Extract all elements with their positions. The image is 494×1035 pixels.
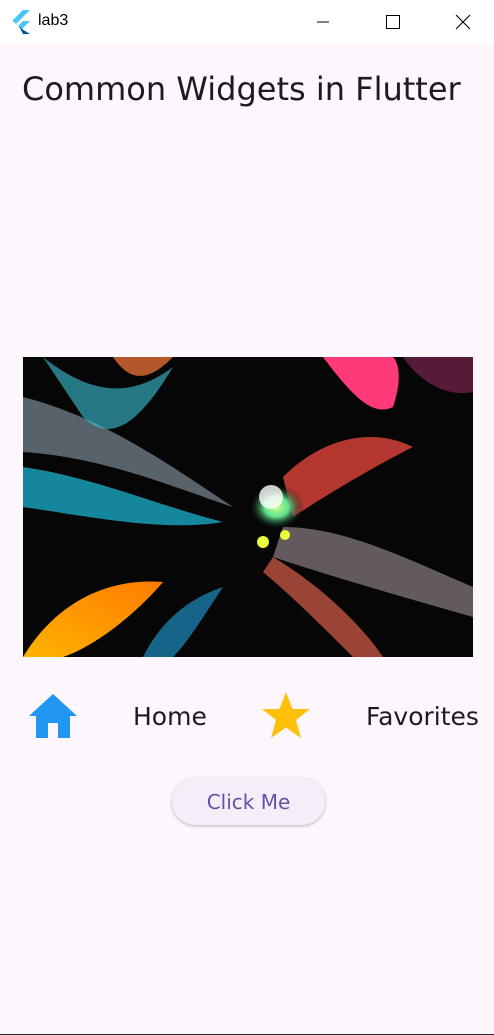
home-label: Home [133, 702, 207, 731]
minimize-button[interactable] [300, 0, 346, 43]
close-icon [455, 14, 471, 29]
star-icon [262, 692, 310, 738]
page-title: Common Widgets in Flutter [22, 70, 461, 108]
favorites-label: Favorites [366, 702, 479, 731]
close-button[interactable] [440, 0, 486, 43]
window-titlebar: lab3 [0, 0, 494, 43]
home-icon [29, 694, 77, 738]
minimize-icon [317, 21, 329, 22]
maximize-icon [386, 14, 400, 29]
flutter-logo-icon [12, 10, 30, 34]
maximize-button[interactable] [370, 0, 416, 43]
click-me-button[interactable]: Click Me [172, 778, 325, 825]
abstract-image [23, 357, 473, 657]
window-title: lab3 [38, 12, 69, 29]
